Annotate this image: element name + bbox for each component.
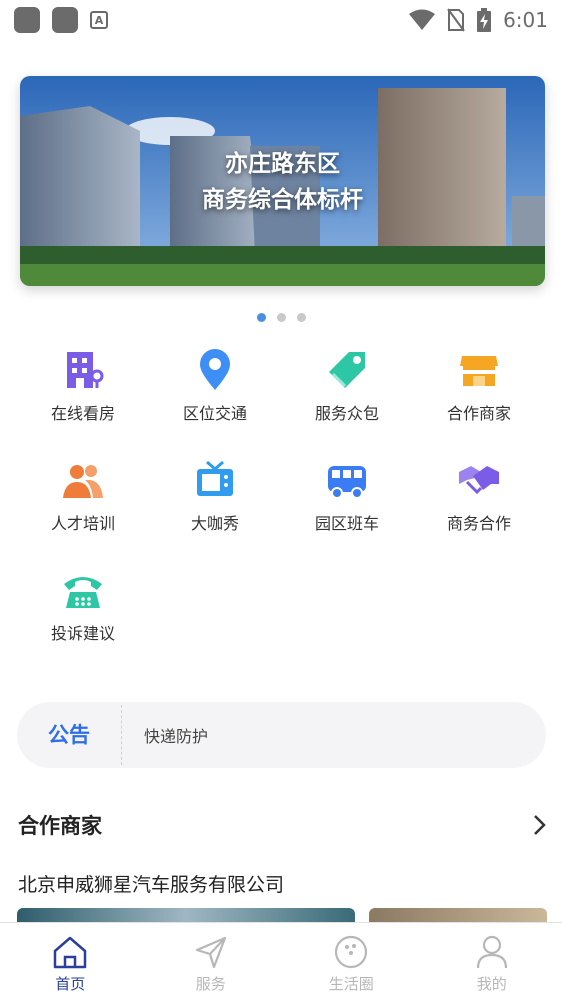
service-grid: 在线看房 区位交通 服务众包 合作商家 人才培训 大咖秀 园区班车 商务合作 投… [17, 348, 545, 644]
location-pin-icon [200, 349, 230, 390]
service-label: 投诉建议 [50, 624, 115, 643]
no-sim-icon [447, 8, 465, 32]
bottom-tab-bar: 首页 服务 生活圈 我的 [0, 922, 562, 1000]
tag-icon [329, 352, 365, 388]
notice-bar[interactable]: 公告 快递防护 [17, 702, 546, 768]
pagination-dot[interactable] [296, 313, 306, 322]
service-label: 商务合作 [446, 514, 511, 533]
service-park-shuttle[interactable]: 园区班车 [281, 458, 413, 534]
service-label: 园区班车 [314, 514, 379, 533]
tab-profile[interactable]: 我的 [422, 923, 562, 1000]
tab-life-circle[interactable]: 生活圈 [281, 923, 422, 1000]
clock: 6:01 [503, 8, 548, 32]
app-square-icon [52, 7, 78, 33]
service-label: 人才培训 [50, 514, 115, 533]
service-label: 合作商家 [446, 404, 511, 423]
service-complaints[interactable]: 投诉建议 [17, 568, 149, 644]
service-big-show[interactable]: 大咖秀 [149, 458, 281, 534]
service-location-traffic[interactable]: 区位交通 [149, 348, 281, 424]
user-icon [476, 935, 507, 969]
banner-pagination [0, 313, 562, 322]
app-square-icon [14, 7, 40, 33]
battery-charging-icon [477, 8, 492, 32]
service-label: 服务众包 [314, 404, 379, 423]
storefront-icon [460, 356, 498, 386]
send-icon [195, 936, 226, 969]
people-icon [63, 465, 103, 498]
handshake-icon [459, 466, 499, 495]
service-label: 大咖秀 [190, 514, 239, 533]
tab-label: 生活圈 [328, 975, 374, 993]
service-label: 在线看房 [50, 404, 115, 423]
banner-headline: 亦庄路东区 [225, 151, 340, 177]
home-icon [54, 936, 87, 969]
bus-icon [328, 466, 366, 499]
company-image[interactable] [17, 908, 355, 922]
tab-home[interactable]: 首页 [0, 923, 141, 1000]
phone-icon [64, 577, 102, 608]
company-image[interactable] [369, 908, 547, 922]
service-crowdsourcing[interactable]: 服务众包 [281, 348, 413, 424]
tv-icon [197, 460, 233, 496]
notice-text[interactable]: 快递防护 [122, 723, 208, 747]
pagination-dot[interactable] [276, 313, 286, 322]
tab-label: 我的 [476, 975, 507, 993]
service-talent-training[interactable]: 人才培训 [17, 458, 149, 534]
tab-label: 首页 [55, 975, 86, 993]
service-label: 区位交通 [182, 404, 247, 423]
tab-label: 服务 [195, 975, 226, 993]
promo-banner[interactable]: 亦庄路东区 商务综合体标杆 [20, 76, 545, 286]
a-badge-icon: A [90, 11, 108, 29]
service-business-cooperation[interactable]: 商务合作 [413, 458, 545, 534]
service-online-viewing[interactable]: 在线看房 [17, 348, 149, 424]
company-name[interactable]: 北京申威狮星汽车服务有限公司 [18, 870, 284, 897]
pagination-dot-active[interactable] [256, 313, 266, 322]
status-bar: A 6:01 [0, 0, 562, 40]
chevron-right-icon[interactable] [532, 813, 548, 837]
partners-header[interactable]: 合作商家 [18, 810, 548, 840]
building-icon [67, 352, 104, 388]
section-title: 合作商家 [18, 814, 102, 838]
banner-subheadline: 商务综合体标杆 [202, 187, 363, 213]
tab-services[interactable]: 服务 [141, 923, 282, 1000]
notice-tag: 公告 [17, 705, 122, 765]
wifi-icon [409, 9, 436, 30]
service-partner-merchants[interactable]: 合作商家 [413, 348, 545, 424]
company-images [17, 908, 547, 922]
bowling-ball-icon [335, 935, 368, 969]
